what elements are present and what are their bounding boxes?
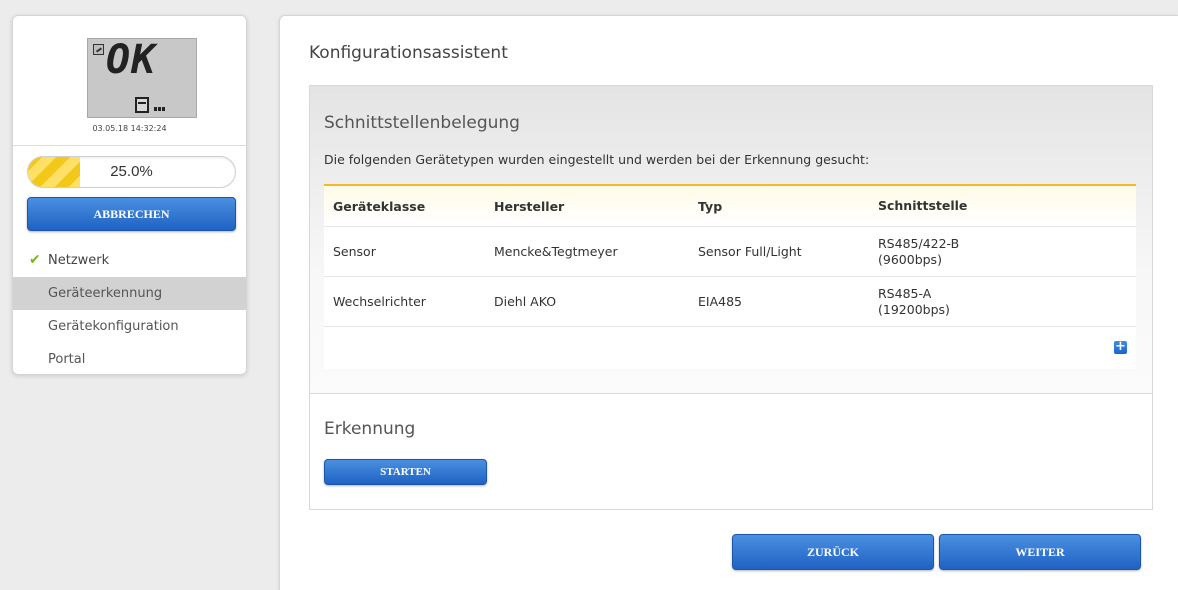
table-header: Geräteklasse Hersteller Typ Schnittstell…: [324, 186, 1136, 227]
interface-name: RS485-A: [878, 285, 932, 301]
column-header-manufacturer: Hersteller: [494, 198, 565, 214]
interface-baud: (9600bps): [878, 251, 942, 267]
cell-class: Wechselrichter: [333, 294, 426, 309]
wizard-card: Schnittstellenbelegung Die folgenden Ger…: [309, 85, 1153, 510]
device-type-table: Geräteklasse Hersteller Typ Schnittstell…: [324, 184, 1136, 369]
section-description: Die folgenden Gerätetypen wurden eingest…: [324, 152, 870, 167]
table-row[interactable]: Sensor Mencke&Tegtmeyer Sensor Full/Ligh…: [324, 227, 1136, 277]
step-portal[interactable]: Portal: [13, 343, 246, 376]
cell-class: Sensor: [333, 244, 376, 259]
page-title: Konfigurationsassistent: [309, 43, 508, 63]
step-label: Netzwerk: [48, 253, 110, 268]
cell-type: Sensor Full/Light: [698, 244, 802, 259]
cell-manufacturer: Diehl AKO: [494, 294, 557, 309]
back-button[interactable]: ZURÜCK: [732, 534, 934, 570]
wizard-progress-bar: 25.0%: [27, 156, 236, 188]
next-button[interactable]: WEITER: [939, 534, 1141, 570]
status-dots-icon: [154, 107, 166, 111]
table-footer: +: [324, 327, 1136, 369]
table-row[interactable]: Wechselrichter Diehl AKO EIA485 RS485-A …: [324, 277, 1136, 327]
section-title: Schnittstellenbelegung: [324, 113, 520, 133]
progress-percent: 25.0%: [110, 163, 153, 180]
memory-icon: [135, 97, 149, 113]
sidebar: OK 03.05.18 14:32:24 25.0% ABBRECHEN ✔ N…: [12, 15, 247, 375]
device-status-panel: OK 03.05.18 14:32:24: [13, 16, 246, 146]
step-device-detection[interactable]: Geräteerkennung: [13, 277, 246, 310]
checkmark-icon: ✔: [29, 252, 41, 268]
column-header-interface: Schnittstelle: [878, 198, 968, 213]
grid-status-icon: [93, 44, 104, 55]
step-label: Portal: [48, 352, 86, 367]
lcd-status-text: OK: [106, 37, 157, 83]
cell-manufacturer: Mencke&Tegtmeyer: [494, 244, 618, 259]
step-device-configuration[interactable]: Gerätekonfiguration: [13, 310, 246, 343]
interface-baud: (19200bps): [878, 301, 950, 317]
add-device-plus-icon[interactable]: +: [1114, 340, 1127, 354]
interface-assignment-section: Schnittstellenbelegung Die folgenden Ger…: [310, 86, 1152, 394]
step-network[interactable]: ✔ Netzwerk: [13, 244, 246, 277]
column-header-type: Typ: [698, 198, 723, 214]
cell-type: EIA485: [698, 294, 742, 309]
column-header-class: Geräteklasse: [333, 198, 426, 214]
main-panel: Konfigurationsassistent Schnittstellenbe…: [279, 15, 1178, 590]
cell-interface: RS485-A (19200bps): [869, 286, 1136, 318]
device-lcd-display: OK: [87, 37, 197, 118]
cell-interface: RS485/422-B (9600bps): [869, 236, 1136, 268]
abort-button[interactable]: ABBRECHEN: [27, 197, 236, 231]
step-label: Geräteerkennung: [48, 286, 163, 301]
step-label: Gerätekonfiguration: [48, 319, 179, 334]
interface-name: RS485/422-B: [878, 235, 960, 251]
device-timestamp: 03.05.18 14:32:24: [92, 124, 167, 133]
wizard-steps: ✔ Netzwerk Geräteerkennung Gerätekonfigu…: [13, 244, 246, 376]
section-title: Erkennung: [324, 419, 416, 439]
detection-section: Erkennung STARTEN: [310, 395, 1152, 509]
start-detection-button[interactable]: STARTEN: [324, 459, 487, 485]
